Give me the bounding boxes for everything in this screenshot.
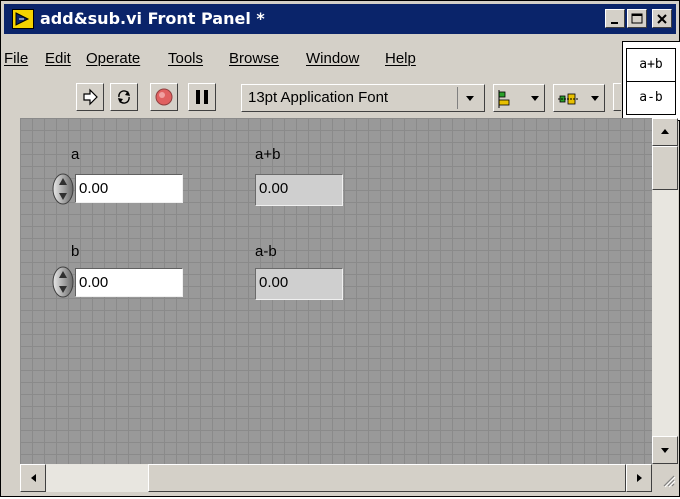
font-selector[interactable]: 13pt Application Font: [241, 84, 485, 112]
menu-file[interactable]: File: [4, 48, 28, 70]
menu-window[interactable]: Window: [306, 48, 359, 70]
align-objects-icon: [498, 90, 510, 108]
vertical-scroll-thumb[interactable]: [652, 146, 678, 190]
run-continuously-button[interactable]: [110, 83, 138, 111]
pause-button[interactable]: [188, 83, 216, 111]
distribute-objects-icon: [558, 93, 578, 105]
spinner-arrows-icon: [52, 266, 74, 298]
numeric-indicator-sum: 0.00: [255, 174, 343, 206]
indicator-label-sum: a+b: [255, 146, 281, 163]
window-title: add&sub.vi Front Panel *: [40, 9, 265, 28]
horizontal-scroll-thumb[interactable]: [148, 464, 626, 492]
distribute-objects-dropdown[interactable]: [553, 84, 605, 112]
font-selector-label: 13pt Application Font: [248, 89, 389, 106]
menu-help[interactable]: Help: [385, 48, 416, 70]
connector-pane[interactable]: a+b a-b: [622, 41, 680, 121]
numeric-control-b-value[interactable]: 0.00: [79, 274, 108, 291]
numeric-indicator-sum-value: 0.00: [259, 180, 289, 197]
scroll-down-button[interactable]: [652, 436, 678, 464]
front-panel-window: add&sub.vi Front Panel * File Edit Opera…: [0, 0, 680, 497]
close-button[interactable]: [652, 9, 672, 28]
close-icon: [657, 14, 667, 24]
connector-terminal-sum[interactable]: a+b: [626, 48, 676, 82]
pause-icon: [196, 90, 208, 104]
toolbar: 13pt Application Font: [4, 80, 621, 116]
control-label-b: b: [71, 243, 80, 260]
chevron-down-icon: [531, 96, 539, 101]
menu-browse[interactable]: Browse: [229, 48, 279, 70]
scroll-up-button[interactable]: [652, 118, 678, 146]
horizontal-scrollbar[interactable]: [20, 464, 652, 492]
numeric-indicator-diff: 0.00: [255, 268, 343, 300]
title-bar[interactable]: add&sub.vi Front Panel *: [4, 4, 676, 34]
menu-operate[interactable]: Operate: [86, 48, 140, 70]
chevron-down-icon[interactable]: [457, 87, 482, 109]
chevron-down-icon: [591, 96, 599, 101]
resize-grip[interactable]: [652, 464, 678, 492]
vertical-scrollbar[interactable]: [652, 118, 678, 464]
abort-stop-icon: [155, 88, 173, 106]
maximize-button[interactable]: [627, 9, 647, 28]
abort-button[interactable]: [150, 83, 178, 111]
menu-bar: File Edit Operate Tools Browse Window He…: [4, 48, 619, 70]
vi-icon: [12, 9, 34, 29]
control-label-a: a: [71, 146, 80, 163]
maximize-icon: [631, 13, 643, 24]
align-objects-dropdown[interactable]: [493, 84, 545, 112]
reorder-dropdown[interactable]: [613, 83, 621, 111]
menu-edit[interactable]: Edit: [45, 48, 71, 70]
front-panel-canvas[interactable]: a 0.00 a+b 0.00 b 0.00 a-b 0.00: [20, 118, 652, 464]
run-continuously-icon: [118, 90, 130, 104]
increment-decrement-b[interactable]: [51, 266, 75, 298]
minimize-button[interactable]: [605, 9, 625, 28]
run-arrow-icon: [83, 88, 98, 106]
arrow-down-icon: [661, 448, 669, 453]
run-button[interactable]: [76, 83, 104, 111]
numeric-indicator-diff-value: 0.00: [259, 274, 289, 291]
spinner-arrows-icon: [52, 173, 74, 205]
numeric-control-b[interactable]: 0.00: [75, 268, 183, 297]
numeric-control-a-value[interactable]: 0.00: [79, 180, 108, 197]
connector-terminal-diff[interactable]: a-b: [626, 81, 676, 115]
increment-decrement-a[interactable]: [51, 173, 75, 205]
arrow-up-icon: [661, 129, 669, 134]
scroll-left-button[interactable]: [20, 464, 46, 492]
arrow-right-icon: [637, 474, 642, 482]
menu-tools[interactable]: Tools: [168, 48, 203, 70]
indicator-label-diff: a-b: [255, 243, 277, 260]
resize-grip-icon: [663, 475, 676, 488]
numeric-control-a[interactable]: 0.00: [75, 174, 183, 203]
minimize-icon: [611, 22, 618, 24]
arrow-left-icon: [31, 474, 36, 482]
scroll-right-button[interactable]: [626, 464, 652, 492]
